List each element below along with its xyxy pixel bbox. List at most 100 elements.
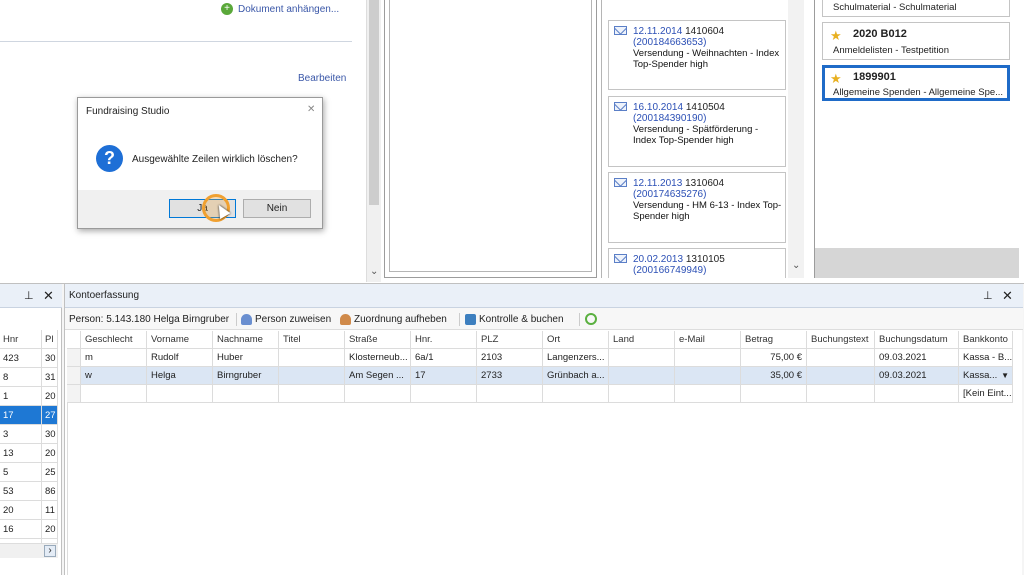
- campaign-card-selected[interactable]: ★ 1899901 Allgemeine Spenden - Allgemein…: [822, 65, 1010, 101]
- grid-cell[interactable]: [741, 385, 807, 403]
- assign-person-button[interactable]: Person zuweisen: [241, 312, 331, 326]
- grid-cell[interactable]: m: [81, 349, 147, 367]
- left-grid-cell[interactable]: 53: [0, 482, 42, 501]
- grid-cell[interactable]: w: [81, 367, 147, 385]
- grid-cell[interactable]: [279, 349, 345, 367]
- close-panel-icon[interactable]: ✕: [1002, 288, 1013, 304]
- mailings-scrollbar[interactable]: ⌄: [788, 0, 804, 278]
- column-header[interactable]: Nachname: [213, 331, 279, 349]
- column-header[interactable]: PLZ: [477, 331, 543, 349]
- mailing-id[interactable]: (200166749949): [633, 265, 706, 276]
- grid-cell[interactable]: [279, 385, 345, 403]
- left-grid-cell[interactable]: 17: [0, 406, 42, 425]
- scroll-right-arrow-icon[interactable]: ›: [44, 545, 56, 557]
- attach-document-link[interactable]: Dokument anhängen...: [238, 4, 339, 15]
- column-header[interactable]: Geschlecht: [81, 331, 147, 349]
- grid-cell[interactable]: 2733: [477, 367, 543, 385]
- left-grid-cell[interactable]: 20: [42, 444, 58, 463]
- grid-cell[interactable]: [675, 349, 741, 367]
- grid-cell[interactable]: [411, 385, 477, 403]
- mailing-id[interactable]: (200184663653): [633, 37, 706, 48]
- left-grid-cell[interactable]: 13: [0, 444, 42, 463]
- mailing-id[interactable]: (200184390190): [633, 113, 706, 124]
- grid-cell[interactable]: [875, 385, 959, 403]
- scroll-down-arrow-icon[interactable]: ⌄: [792, 260, 800, 271]
- edit-link[interactable]: Bearbeiten: [298, 73, 346, 84]
- column-header[interactable]: Titel: [279, 331, 345, 349]
- left-grid-cell[interactable]: 20: [42, 387, 58, 406]
- close-panel-icon[interactable]: ✕: [43, 288, 54, 304]
- add-attachment-icon[interactable]: +: [221, 3, 233, 15]
- mailing-card[interactable]: 12.11.2013 1310604 (200174635276) Versen…: [608, 172, 786, 243]
- grid-cell[interactable]: [675, 367, 741, 385]
- left-grid-cell[interactable]: 25: [42, 463, 58, 482]
- grid-cell[interactable]: [543, 385, 609, 403]
- grid-cell[interactable]: Helga: [147, 367, 213, 385]
- grid-cell[interactable]: [807, 349, 875, 367]
- grid-cell[interactable]: [807, 367, 875, 385]
- grid-cell[interactable]: [147, 385, 213, 403]
- left-grid-cell[interactable]: 1: [0, 387, 42, 406]
- grid-cell[interactable]: Birngruber: [213, 367, 279, 385]
- mailing-id[interactable]: (200174635276): [633, 189, 706, 200]
- scrollbar-thumb[interactable]: [369, 0, 379, 205]
- grid-cell[interactable]: 17: [411, 367, 477, 385]
- column-header[interactable]: Betrag: [741, 331, 807, 349]
- mailing-card[interactable]: 16.10.2014 1410504 (200184390190) Versen…: [608, 96, 786, 167]
- left-grid-cell[interactable]: 5: [0, 463, 42, 482]
- grid-cell[interactable]: Kassa - B...: [959, 349, 1013, 367]
- row-header[interactable]: [67, 385, 81, 403]
- grid-cell[interactable]: Am Segen ...: [345, 367, 411, 385]
- grid-cell[interactable]: Grünbach a...: [543, 367, 609, 385]
- row-header[interactable]: [67, 367, 81, 385]
- grid-cell[interactable]: 09.03.2021: [875, 349, 959, 367]
- grid-cell[interactable]: Rudolf: [147, 349, 213, 367]
- left-grid-cell[interactable]: 3: [0, 425, 42, 444]
- refresh-button[interactable]: [585, 312, 600, 326]
- close-icon[interactable]: ✕: [307, 104, 315, 115]
- dropdown-arrow-icon[interactable]: ▼: [1001, 371, 1009, 380]
- grid-cell[interactable]: [609, 367, 675, 385]
- unassign-button[interactable]: Zuordnung aufheben: [340, 312, 447, 326]
- column-header[interactable]: Buchungsdatum: [875, 331, 959, 349]
- grid-cell[interactable]: [675, 385, 741, 403]
- row-header[interactable]: [67, 349, 81, 367]
- grid-cell[interactable]: Langenzers...: [543, 349, 609, 367]
- grid-cell[interactable]: Huber: [213, 349, 279, 367]
- grid-cell[interactable]: [609, 349, 675, 367]
- campaign-card[interactable]: ★ 2020 B012 Anmeldelisten - Testpetition: [822, 22, 1010, 60]
- grid-cell[interactable]: 75,00 €: [741, 349, 807, 367]
- pin-icon[interactable]: ⊥: [24, 289, 34, 302]
- column-header[interactable]: Hnr.: [411, 331, 477, 349]
- left-grid-cell[interactable]: 86: [42, 482, 58, 501]
- column-header[interactable]: e-Mail: [675, 331, 741, 349]
- campaign-card[interactable]: Schulmaterial - Schulmaterial: [822, 0, 1010, 17]
- left-grid-header[interactable]: Pl: [42, 330, 58, 349]
- left-grid-cell[interactable]: 16: [0, 520, 42, 539]
- scroll-down-arrow-icon[interactable]: ⌄: [370, 266, 378, 277]
- left-grid-cell[interactable]: 423: [0, 349, 42, 368]
- mailing-card[interactable]: 20.02.2013 1310105 (200166749949): [608, 248, 786, 278]
- check-book-button[interactable]: Kontrolle & buchen: [465, 312, 564, 326]
- column-header[interactable]: Ort: [543, 331, 609, 349]
- horizontal-scrollbar[interactable]: ›: [0, 543, 58, 558]
- column-header[interactable]: Vorname: [147, 331, 213, 349]
- grid-cell[interactable]: 09.03.2021: [875, 367, 959, 385]
- column-header[interactable]: Buchungstext: [807, 331, 875, 349]
- grid-cell[interactable]: [807, 385, 875, 403]
- grid-cell[interactable]: Klosterneub...: [345, 349, 411, 367]
- column-header[interactable]: Land: [609, 331, 675, 349]
- left-grid-cell[interactable]: 20: [42, 520, 58, 539]
- grid-cell[interactable]: [Kein Eint...: [959, 385, 1013, 403]
- grid-cell[interactable]: [345, 385, 411, 403]
- grid-cell[interactable]: [477, 385, 543, 403]
- left-grid-header[interactable]: Hnr: [0, 330, 42, 349]
- left-grid-cell[interactable]: 11: [42, 501, 58, 520]
- grid-cell[interactable]: [279, 367, 345, 385]
- column-header[interactable]: Straße: [345, 331, 411, 349]
- grid-cell[interactable]: 2103: [477, 349, 543, 367]
- left-grid-cell[interactable]: 27: [42, 406, 58, 425]
- column-header[interactable]: Bankkonto: [959, 331, 1013, 349]
- left-grid-cell[interactable]: 30: [42, 425, 58, 444]
- pin-icon[interactable]: ⊥: [983, 289, 993, 302]
